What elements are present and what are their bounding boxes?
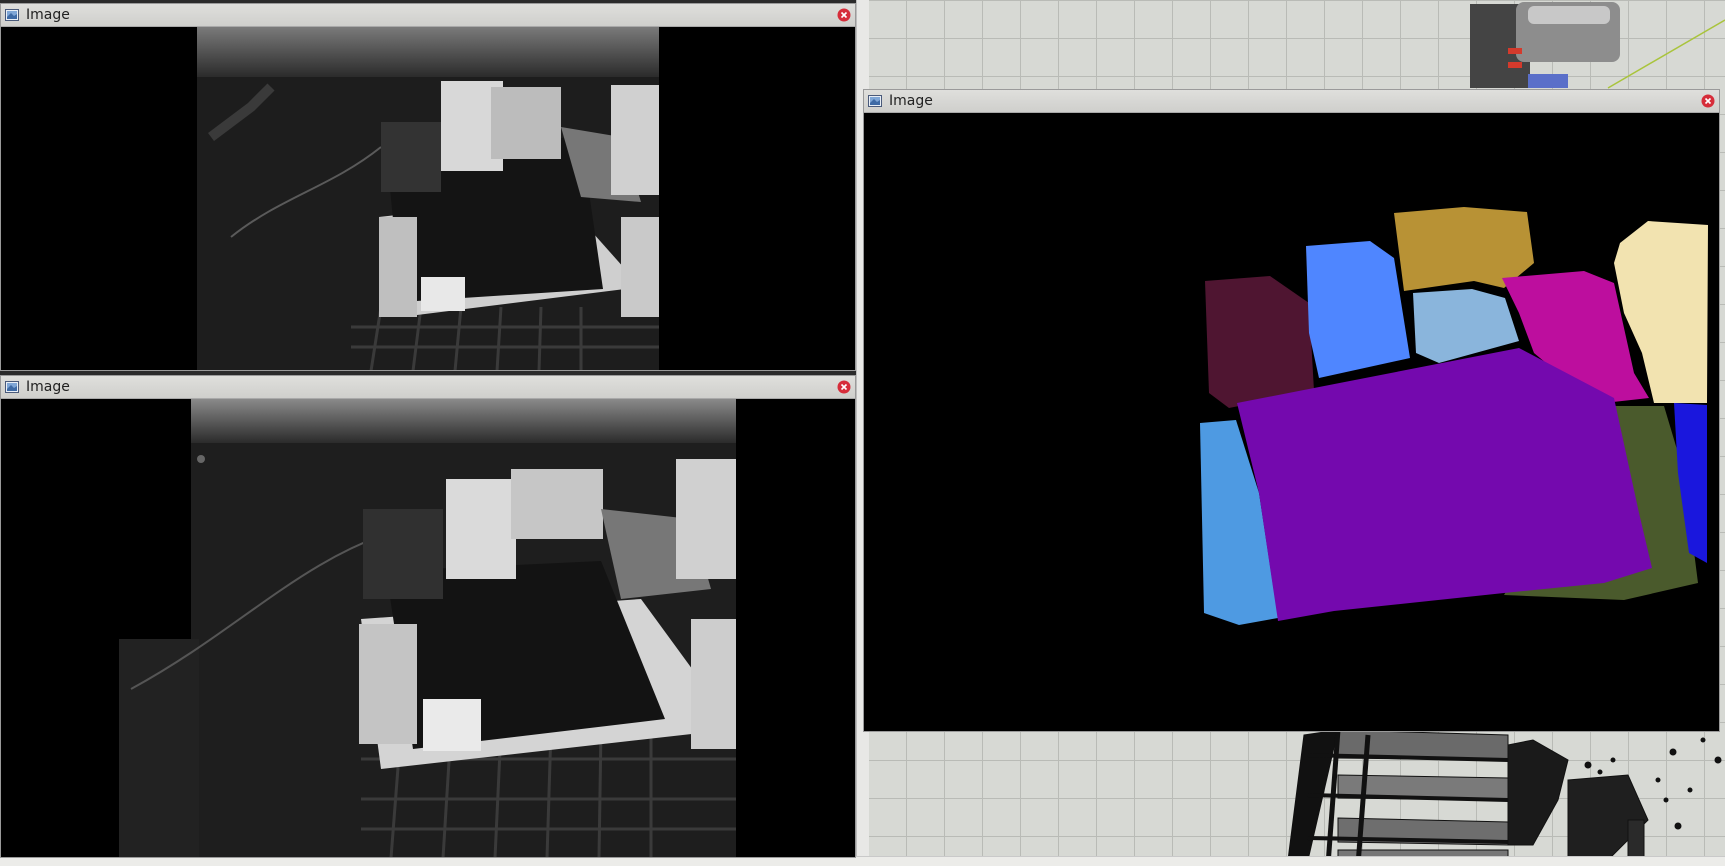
close-icon[interactable] xyxy=(837,8,851,22)
window-title: Image xyxy=(26,7,70,23)
close-icon[interactable] xyxy=(837,380,851,394)
window-titlebar[interactable]: Image xyxy=(1,376,855,399)
window-titlebar[interactable]: Image xyxy=(864,90,1719,113)
image-icon xyxy=(5,381,19,393)
image-icon xyxy=(868,95,882,107)
point-cloud xyxy=(1287,729,1722,865)
camera-image-grayscale-bottom xyxy=(1,399,855,857)
camera-image-grayscale-top xyxy=(1,27,855,370)
image-window-bottom-left[interactable]: Image xyxy=(0,375,856,858)
segment-blue xyxy=(1306,241,1410,378)
image-window-top-left[interactable]: Image xyxy=(0,3,856,371)
image-icon xyxy=(5,9,19,21)
segment-maroon xyxy=(1205,276,1314,408)
window-title: Image xyxy=(26,379,70,395)
robot-gripper xyxy=(1470,2,1620,88)
close-icon[interactable] xyxy=(1701,94,1715,108)
window-titlebar[interactable]: Image xyxy=(1,4,855,27)
image-window-segmentation[interactable]: Image xyxy=(863,89,1720,732)
window-title: Image xyxy=(889,93,933,109)
segmentation-mask-image xyxy=(864,113,1719,731)
